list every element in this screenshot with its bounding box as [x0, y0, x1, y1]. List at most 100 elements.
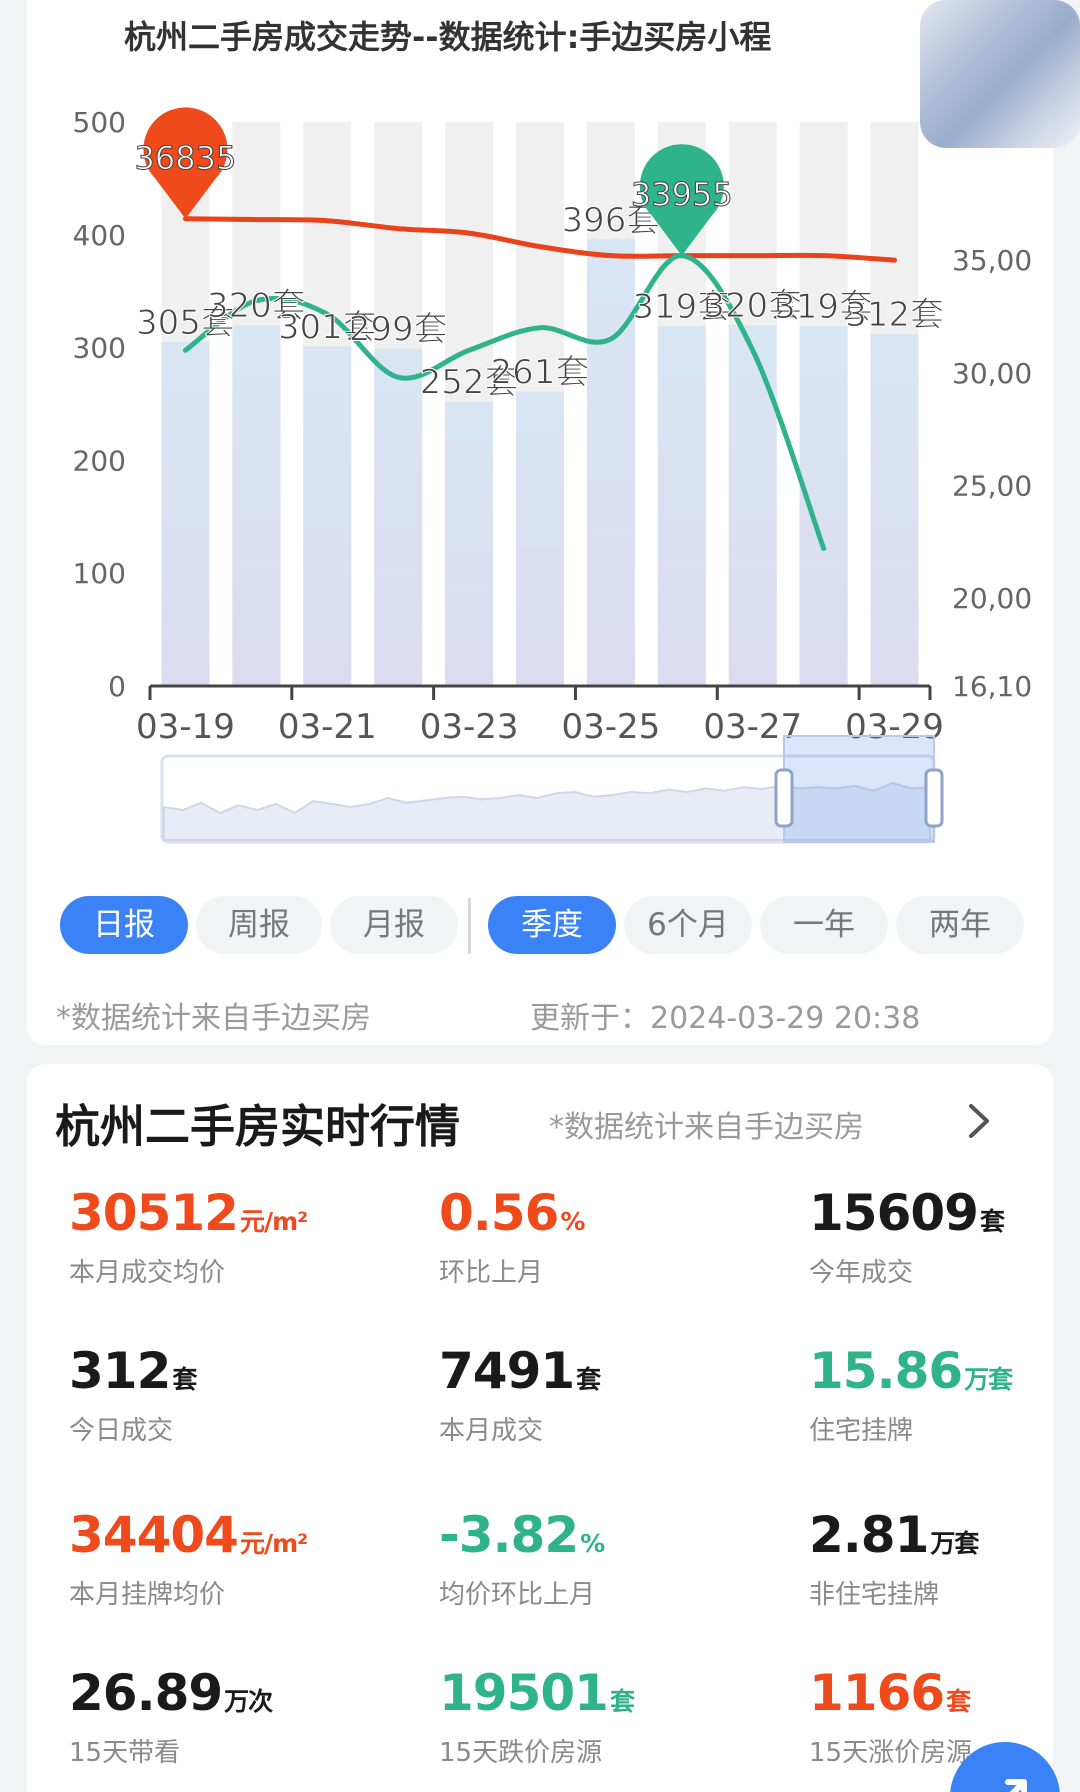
zoom-handle [924, 768, 944, 828]
tab-daily[interactable]: 日报 [60, 896, 188, 954]
stat-item: 30512元/m² 本月成交均价 [69, 1184, 409, 1289]
stat-number: -3.82 [439, 1506, 579, 1564]
stat-unit: 元/m² [239, 1529, 308, 1558]
stat-item: 312套 今日成交 [69, 1342, 409, 1447]
bar [374, 348, 423, 686]
y-right-tick-label: 20,00 [952, 582, 1032, 615]
stat-number: 1166 [809, 1664, 945, 1722]
stat-unit: 万套 [964, 1365, 1013, 1394]
market-stats-card: 杭州二手房实时行情 *数据统计来自手边买房 30512元/m² 本月成交均价 0.5… [27, 1064, 1053, 1792]
stat-value: 19501套 [439, 1664, 779, 1722]
stat-value: -3.82% [439, 1506, 779, 1564]
marker-label: 36835 [135, 139, 237, 177]
stat-value: 15609套 [809, 1184, 1080, 1242]
y-right-tick-label: 16,10 [952, 670, 1032, 703]
stat-value: 26.89万次 [69, 1664, 409, 1722]
stat-label: 今年成交 [809, 1258, 914, 1288]
stat-item: 15.86万套住宅挂牌 [809, 1342, 1080, 1447]
tab-one-year[interactable]: 一年 [760, 896, 888, 954]
y-left-tick-label: 400 [73, 219, 126, 252]
stat-label: 均价环比上月 [439, 1580, 596, 1610]
bar [161, 341, 210, 686]
stat-label: 15天跌价房源 [439, 1738, 603, 1768]
stat-value: 30512元/m² [69, 1184, 409, 1242]
stat-value: 1166套 [809, 1664, 1080, 1722]
stat-value: 0.56% [439, 1184, 779, 1242]
stat-item: 7491套本月成交 [439, 1342, 779, 1447]
stats-source-note: *数据统计来自手边买房 [549, 1110, 864, 1145]
stat-unit: % [560, 1207, 585, 1236]
chevron-right-icon[interactable] [959, 1096, 999, 1146]
y-left-tick-label: 100 [73, 557, 126, 590]
zoom-handle [774, 768, 794, 828]
stat-item: 34404元/m² 本月挂牌均价 [69, 1506, 409, 1611]
chart-title: 杭州二手房成交走势--数据统计:手边买房小程 [124, 18, 771, 56]
stat-number: 312 [69, 1342, 171, 1400]
stat-label: 15天带看 [69, 1738, 181, 1768]
stat-value: 7491套 [439, 1342, 779, 1400]
y-right-axis: 35,00 30,00 25,00 20,00 16,10 [952, 244, 1032, 703]
stat-unit: 套 [979, 1207, 1005, 1236]
x-tick-label: 03-25 [562, 707, 661, 747]
stat-number: 19501 [439, 1664, 609, 1722]
tab-weekly[interactable]: 周报 [196, 896, 322, 954]
stat-label: 非住宅挂牌 [809, 1580, 940, 1610]
y-left-tick-label: 300 [73, 332, 126, 365]
stat-item: 26.89万次 15天带看 [69, 1664, 409, 1769]
stat-label: 住宅挂牌 [809, 1416, 914, 1446]
stat-item: 2.81万套非住宅挂牌 [809, 1506, 1080, 1611]
stat-unit: 套 [609, 1687, 635, 1716]
tab-6-months[interactable]: 6个月 [624, 896, 752, 954]
bar [870, 334, 919, 686]
stat-unit: 万套 [930, 1529, 979, 1558]
stat-unit: 套 [172, 1365, 197, 1394]
stat-label: 本月挂牌均价 [69, 1580, 226, 1610]
stat-label: 本月成交 [439, 1416, 544, 1446]
bar [657, 326, 706, 686]
zoom-slider [160, 735, 944, 844]
stat-item: 15609套今年成交 [809, 1184, 1080, 1289]
tab-quarter[interactable]: 季度 [488, 896, 616, 954]
stat-unit: 万次 [224, 1687, 273, 1716]
bar-value-label: 312套 [845, 295, 944, 335]
share-icon [1005, 1779, 1027, 1792]
stat-number: 26.89 [69, 1664, 223, 1722]
stat-label: 本月成交均价 [69, 1258, 226, 1288]
bar-layer [161, 122, 919, 686]
y-right-tick-label: 30,00 [952, 357, 1032, 390]
source-note: *数据统计来自手边买房 [56, 1001, 371, 1036]
y-right-tick-label: 35,00 [952, 244, 1032, 277]
bar-value-label: 299套 [349, 310, 448, 350]
bar [445, 401, 494, 686]
stat-value: 34404元/m² [69, 1506, 409, 1564]
stat-number: 30512 [69, 1184, 239, 1242]
y-left-axis: 500 400 300 200 100 0 [73, 106, 126, 703]
tab-two-years[interactable]: 两年 [896, 896, 1024, 954]
tab-monthly[interactable]: 月报 [330, 896, 458, 954]
stat-item: 0.56% 环比上月 [439, 1184, 779, 1289]
trend-chart: 500 400 300 200 100 0 35,00 30,00 25,00 20,00 16,… [73, 18, 1032, 844]
x-tick-label: 03-21 [278, 707, 377, 747]
stat-number: 15609 [809, 1184, 979, 1242]
blurred-thumbnail [920, 0, 1080, 148]
stat-unit: 套 [946, 1687, 971, 1716]
stat-unit: 套 [576, 1365, 601, 1394]
y-left-tick-label: 0 [108, 670, 126, 703]
stat-label: 环比上月 [439, 1258, 544, 1288]
stat-number: 15.86 [809, 1342, 963, 1400]
bar [516, 391, 564, 686]
y-left-tick-label: 500 [73, 106, 126, 139]
stat-number: 0.56 [439, 1184, 559, 1242]
x-tick-label: 03-19 [136, 707, 235, 747]
bar [586, 239, 635, 686]
zoom-selection [783, 735, 935, 843]
stat-value: 15.86万套 [809, 1342, 1080, 1400]
stat-unit: % [580, 1529, 605, 1558]
bar [232, 325, 281, 686]
share-button[interactable] [950, 1742, 1060, 1792]
stat-item: 19501套 15天跌价房源 [439, 1664, 779, 1769]
stat-number: 34404 [69, 1506, 239, 1564]
stats-title: 杭州二手房实时行情 [55, 1100, 461, 1153]
stat-number: 2.81 [809, 1506, 929, 1564]
stat-number: 7491 [439, 1342, 575, 1400]
